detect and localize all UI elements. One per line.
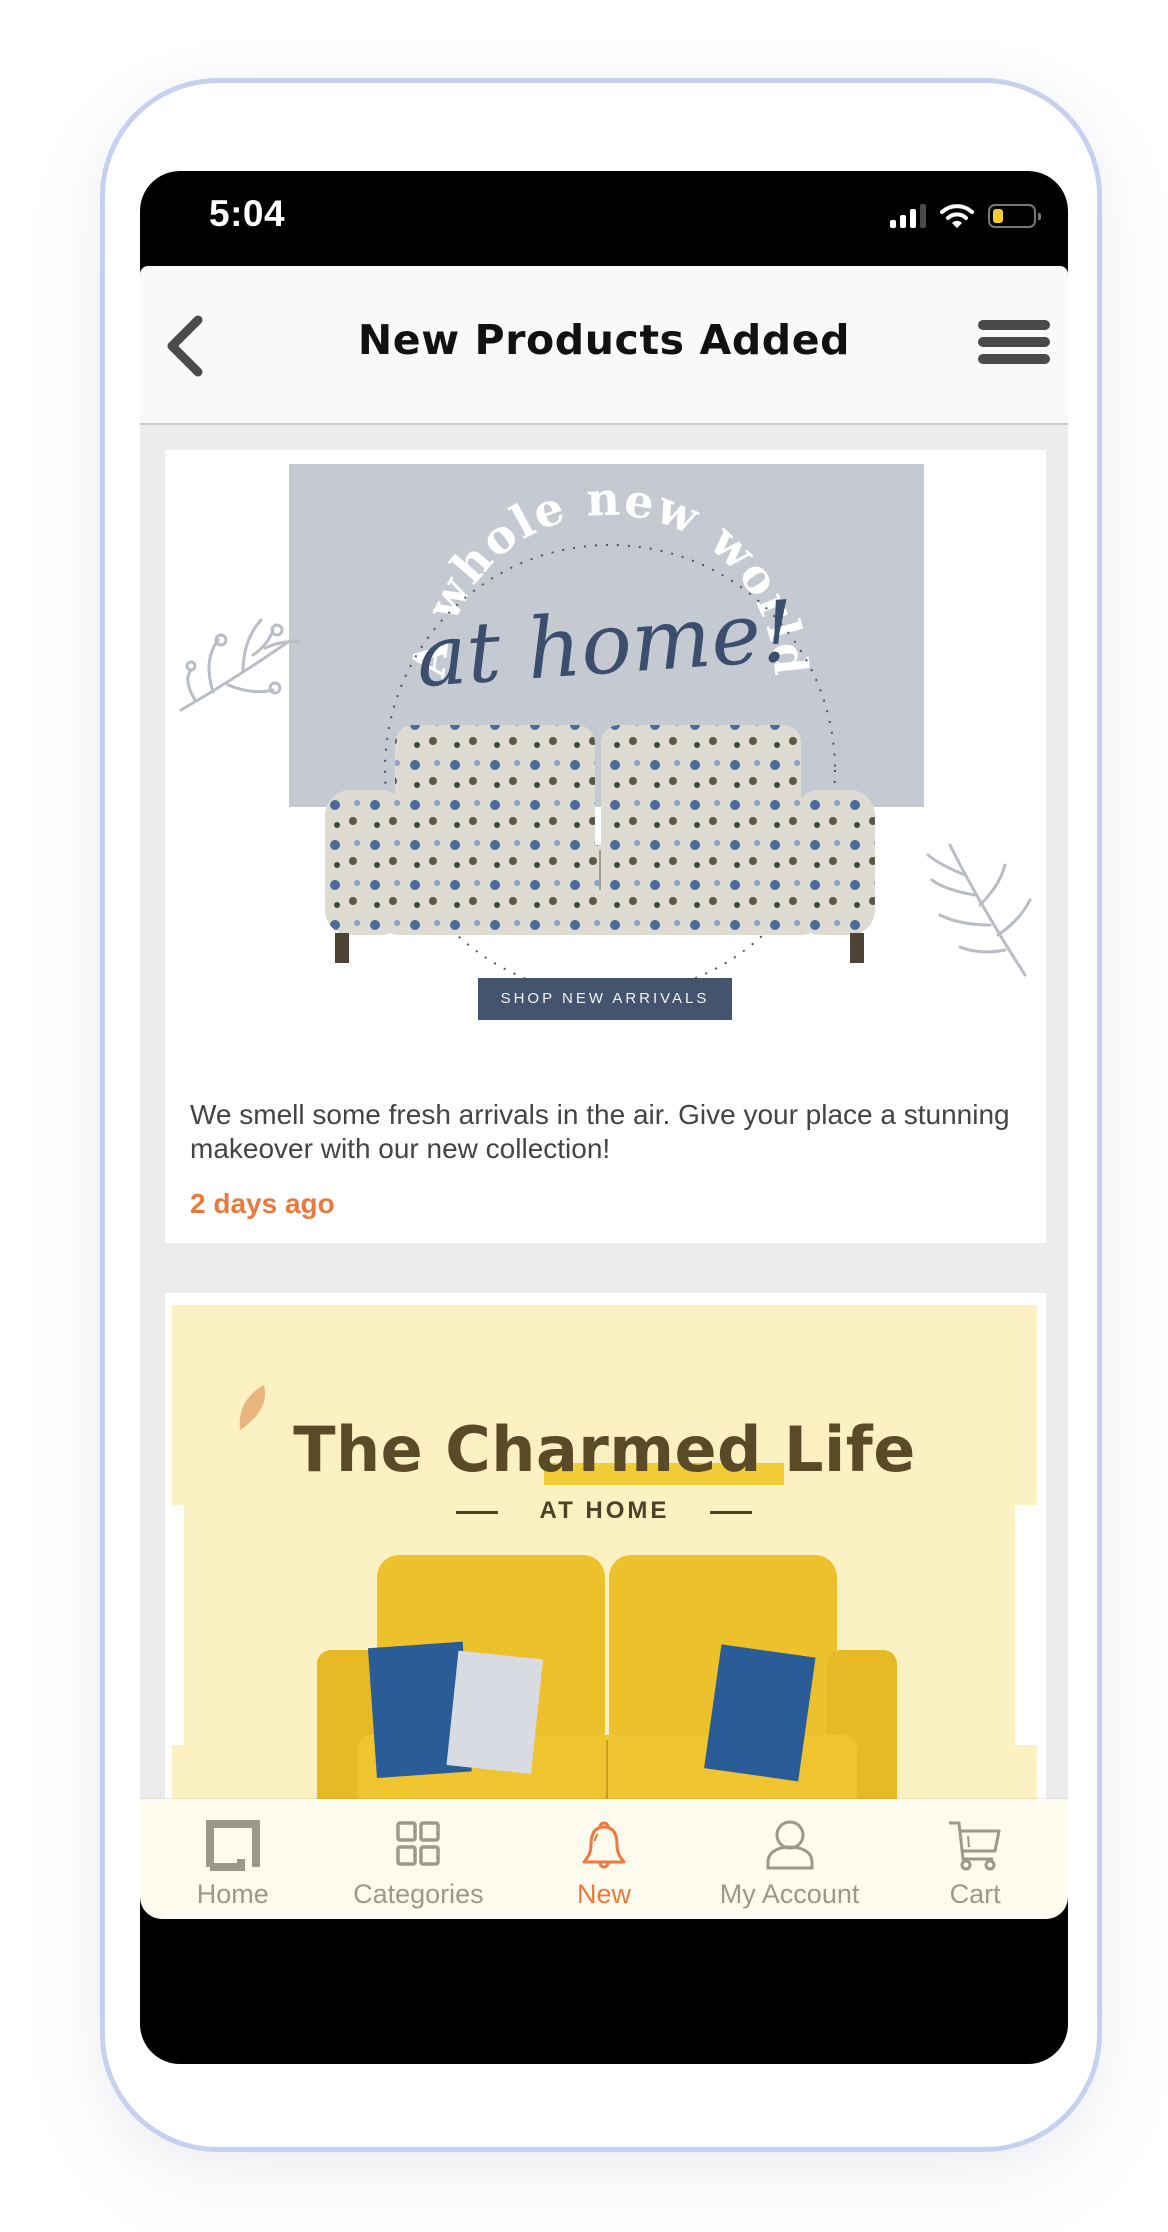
banner-image[interactable]: The Charmed Life AT HOME (172, 1305, 1037, 1799)
leaf-illustration-icon (239, 1385, 265, 1430)
nav-cart[interactable]: Cart (882, 1799, 1068, 1919)
card-timestamp: 2 days ago (190, 1188, 335, 1219)
feed-card[interactable]: A whole new world at home! SHOP NEW ARRI… (165, 450, 1046, 1243)
feed-card[interactable]: The Charmed Life AT HOME (165, 1293, 1046, 1799)
nav-label: New (576, 1879, 631, 1909)
wifi-icon (940, 204, 974, 228)
nav-home[interactable]: Home (140, 1799, 326, 1919)
nav-label: My Account (719, 1879, 860, 1909)
battery-level (993, 209, 1003, 223)
user-icon (766, 1820, 814, 1870)
bell-icon (582, 1821, 626, 1869)
home-icon (205, 1820, 260, 1871)
hamburger-menu-icon (978, 320, 1050, 330)
yellow-sofa-image (317, 1555, 897, 1799)
leaf-illustration-icon (926, 843, 1032, 977)
cart-icon (949, 1821, 1001, 1871)
status-time: 5:04 (209, 193, 286, 234)
signal-icon (890, 204, 926, 228)
bottom-nav: Home Categories New My Account Cart (140, 1799, 1068, 1919)
app-header: New Products Added (140, 266, 1068, 425)
page-title: New Products Added (357, 316, 851, 364)
product-feed[interactable]: A whole new world at home! SHOP NEW ARRI… (140, 425, 1068, 1799)
nav-new[interactable]: New (511, 1799, 697, 1919)
battery-icon (988, 204, 1041, 228)
status-icons (890, 201, 1041, 231)
nav-my-account[interactable]: My Account (697, 1799, 883, 1919)
phone-screen: 5:04 New Products Added A whole new worl… (140, 171, 1068, 2064)
nav-label: Cart (949, 1879, 1001, 1909)
nav-label: Categories (353, 1879, 484, 1909)
banner-headline: The Charmed Life (293, 1413, 916, 1486)
banner-image[interactable]: A whole new world at home! SHOP NEW ARRI… (165, 450, 1046, 1050)
card-description: We smell some fresh arrivals in the air.… (190, 1099, 1010, 1164)
grid-icon (396, 1821, 441, 1866)
banner-subheadline: AT HOME (539, 1497, 670, 1524)
nav-label: Home (196, 1879, 269, 1909)
nav-categories[interactable]: Categories (326, 1799, 512, 1919)
menu-button[interactable] (978, 320, 1050, 368)
floral-sofa-image (325, 725, 875, 963)
divider (710, 1511, 752, 1514)
shop-new-arrivals-button[interactable]: SHOP NEW ARRIVALS (478, 978, 732, 1020)
